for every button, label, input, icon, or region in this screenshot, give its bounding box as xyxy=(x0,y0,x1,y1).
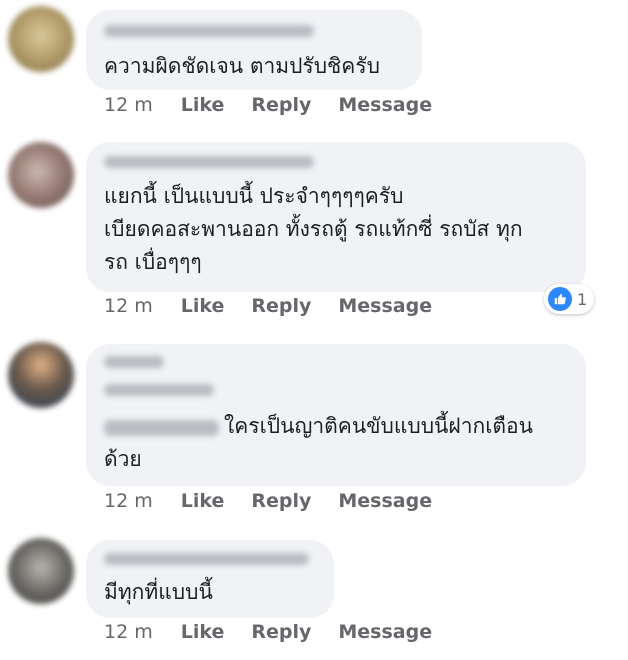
comment-timestamp[interactable]: 12 m xyxy=(104,295,153,317)
comment-bubble: ความผิดชัดเจน ตามปรับชิครับ xyxy=(86,10,422,90)
reaction-badge[interactable]: 1 xyxy=(544,284,594,314)
commenter-avatar[interactable] xyxy=(8,142,74,208)
comment-actions: 12 m Like Reply Message xyxy=(104,295,459,317)
thumbs-up-icon xyxy=(548,287,572,311)
reply-button[interactable]: Reply xyxy=(251,621,311,643)
comment-bubble: มีทุกที่แบบนี้ xyxy=(86,540,334,618)
like-button[interactable]: Like xyxy=(181,490,225,512)
like-button[interactable]: Like xyxy=(181,94,225,116)
comment-actions: 12 m Like Reply Message xyxy=(104,490,459,512)
comment-bubble: แยกนี้ เป็นแบบนี้ ประจำๆๆๆๆครับ เบียดคอส… xyxy=(86,142,586,292)
commenter-name-blurred[interactable] xyxy=(104,553,309,565)
comment-text: มีทุกที่แบบนี้ xyxy=(104,580,213,604)
commenter-avatar[interactable] xyxy=(8,342,74,408)
commenter-name-blurred[interactable] xyxy=(104,156,314,168)
comment-timestamp[interactable]: 12 m xyxy=(104,94,153,116)
commenter-name-blurred[interactable] xyxy=(104,356,164,368)
commenter-name-blurred xyxy=(104,384,214,396)
message-button[interactable]: Message xyxy=(338,94,432,116)
comment-timestamp[interactable]: 12 m xyxy=(104,621,153,643)
reply-button[interactable]: Reply xyxy=(251,490,311,512)
comment-text: ความผิดชัดเจน ตามปรับชิครับ xyxy=(104,54,380,78)
message-button[interactable]: Message xyxy=(338,621,432,643)
comment-actions: 12 m Like Reply Message xyxy=(104,621,459,643)
reply-button[interactable]: Reply xyxy=(251,94,311,116)
commenter-name-blurred[interactable] xyxy=(104,25,314,37)
reaction-count: 1 xyxy=(577,289,588,309)
comment-text: ใครเป็นญาติคนขับแบบนี้ฝากเตือน ด้วย xyxy=(104,414,534,471)
commenter-avatar[interactable] xyxy=(8,6,74,72)
comment-bubble: ใครเป็นญาติคนขับแบบนี้ฝากเตือน ด้วย xyxy=(86,344,586,486)
message-button[interactable]: Message xyxy=(338,295,432,317)
like-button[interactable]: Like xyxy=(181,295,225,317)
message-button[interactable]: Message xyxy=(338,490,432,512)
commenter-avatar[interactable] xyxy=(8,538,74,604)
comment-timestamp[interactable]: 12 m xyxy=(104,490,153,512)
reply-button[interactable]: Reply xyxy=(251,295,311,317)
comment-text: แยกนี้ เป็นแบบนี้ ประจำๆๆๆๆครับ เบียดคอส… xyxy=(104,184,523,274)
comment-actions: 12 m Like Reply Message xyxy=(104,94,459,116)
like-button[interactable]: Like xyxy=(181,621,225,643)
